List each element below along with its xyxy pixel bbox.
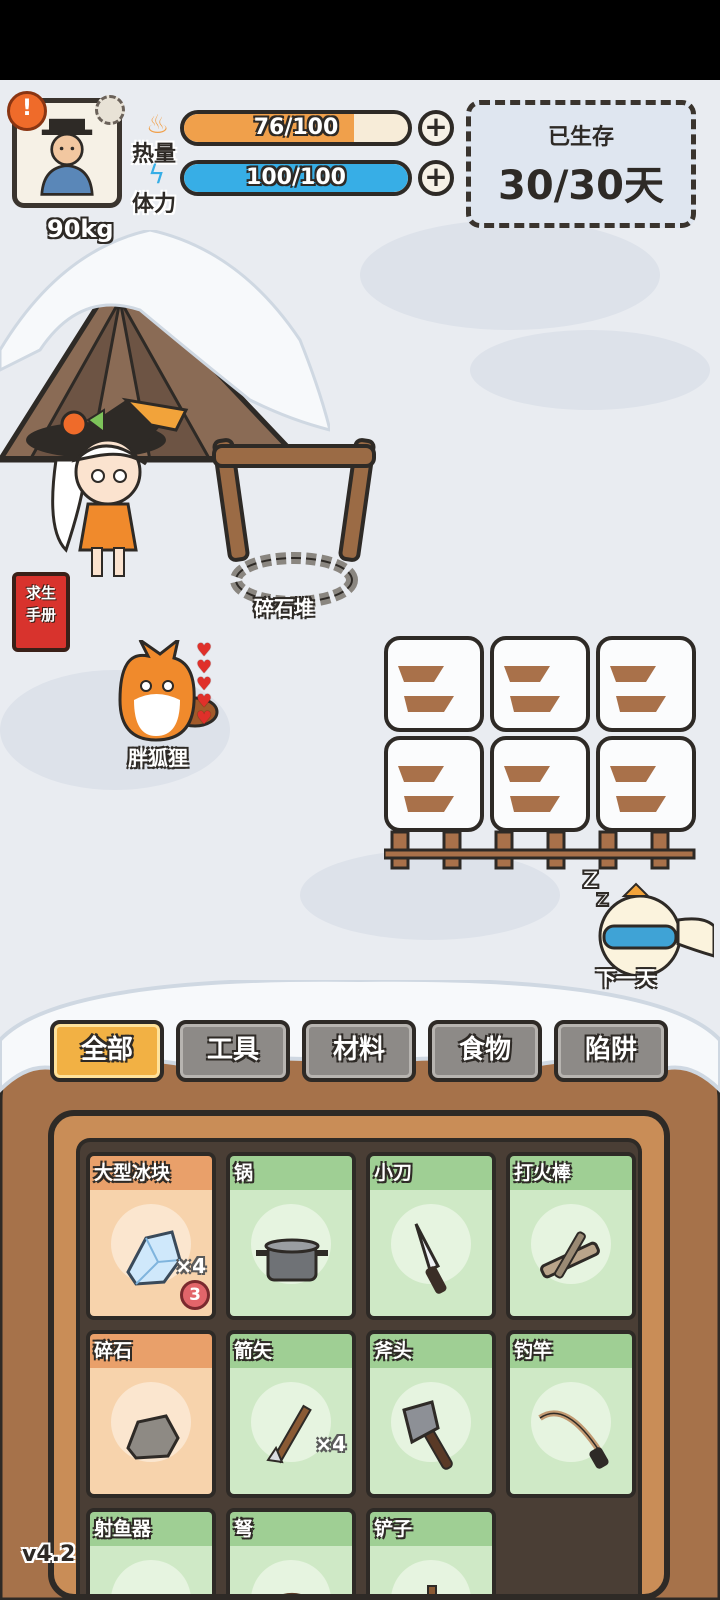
item-name: 箭矢 xyxy=(230,1334,352,1368)
item-body xyxy=(230,1546,352,1594)
inventory-item-card[interactable]: 打火棒 xyxy=(506,1152,636,1320)
item-name: 铲子 xyxy=(370,1512,492,1546)
fish-shooter-icon xyxy=(106,1566,198,1594)
inventory-item-card[interactable]: 铲子 xyxy=(366,1508,496,1594)
inventory-item-card[interactable]: 碎石 xyxy=(86,1330,216,1498)
snowy-farm-plots[interactable] xyxy=(384,636,700,876)
manual-label-line1: 求生 xyxy=(25,584,56,602)
item-body xyxy=(230,1190,352,1316)
item-timer-badge: 3 xyxy=(180,1280,210,1310)
player-weight: 90kg xyxy=(47,215,114,243)
item-name: 弩 xyxy=(230,1512,352,1546)
item-name: 锅 xyxy=(230,1156,352,1190)
survival-manual-button[interactable]: 求生 手册 xyxy=(12,572,70,652)
item-name: 大型冰块 xyxy=(90,1156,212,1190)
status-bar-area xyxy=(0,0,720,80)
snow-patch xyxy=(360,220,660,330)
item-body xyxy=(370,1368,492,1494)
svg-text:Z: Z xyxy=(596,890,609,911)
pot-icon xyxy=(256,1238,328,1282)
survived-days-value: 30/30天 xyxy=(498,163,664,209)
fire-drill-icon xyxy=(540,1231,600,1279)
rubble-pile[interactable] xyxy=(210,420,380,610)
heart-icon: ♥ xyxy=(196,708,213,729)
inventory-board: 大型冰块 ×4 3 锅小刀 打火棒 碎石 箭矢 ×4 斧头 钓竿 射鱼器弩铲子 xyxy=(48,1110,670,1600)
fishing-rod-icon xyxy=(538,1410,609,1469)
fox-label: 胖狐狸 xyxy=(128,746,188,770)
item-body: ×4 3 xyxy=(90,1190,212,1316)
item-name: 打火棒 xyxy=(510,1156,632,1190)
item-name: 小刀 xyxy=(370,1156,492,1190)
item-name: 钓竿 xyxy=(510,1334,632,1368)
axe-icon xyxy=(402,1400,453,1470)
crossbow-icon xyxy=(283,1593,301,1594)
witch-girl-character[interactable] xyxy=(26,380,196,590)
item-name: 碎石 xyxy=(90,1334,212,1368)
inventory-item-card[interactable]: 小刀 xyxy=(366,1152,496,1320)
fox-affection-hearts: ♥ ♥ ♥ ♥ ♥ xyxy=(196,642,220,729)
add-heat-button[interactable]: + xyxy=(418,110,454,146)
item-body: ×4 xyxy=(230,1368,352,1494)
manual-label-line2: 手册 xyxy=(25,606,56,624)
heat-value: 76/100 xyxy=(253,115,339,140)
inventory-item-card[interactable]: 箭矢 ×4 xyxy=(226,1330,356,1498)
tab-materials[interactable]: 材料 xyxy=(302,1020,416,1082)
stamina-bar: 100/100 xyxy=(180,160,412,196)
shovel-icon xyxy=(427,1585,437,1594)
item-quantity: ×4 xyxy=(175,1254,206,1278)
stamina-value: 100/100 xyxy=(246,165,346,190)
game-stage: ! 90kg ♨ 热量 76/100 + ϟ 体力 100/100 + 已生存 … xyxy=(0,80,720,1600)
rubble-pile-label: 碎石堆 xyxy=(254,596,314,620)
item-body xyxy=(90,1368,212,1494)
inventory-item-card[interactable]: 射鱼器 xyxy=(86,1508,216,1594)
player-portrait-icon xyxy=(40,118,94,196)
snow-patch xyxy=(470,330,710,410)
item-name: 射鱼器 xyxy=(90,1512,212,1546)
rubble-stone-icon xyxy=(126,1414,180,1460)
item-quantity: ×4 xyxy=(315,1432,346,1456)
item-body xyxy=(90,1546,212,1594)
item-body xyxy=(510,1190,632,1316)
add-stamina-button[interactable]: + xyxy=(418,160,454,196)
inventory-item-card[interactable]: 锅 xyxy=(226,1152,356,1320)
tab-tools[interactable]: 工具 xyxy=(176,1020,290,1082)
inventory-item-card[interactable]: 钓竿 xyxy=(506,1330,636,1498)
item-body xyxy=(370,1546,492,1594)
inventory-item-card[interactable]: 斧头 xyxy=(366,1330,496,1498)
heat-bar: 76/100 xyxy=(180,110,412,146)
item-name: 斧头 xyxy=(370,1334,492,1368)
inventory-item-card[interactable]: 弩 xyxy=(226,1508,356,1594)
survival-days-panel: 已生存 30/30天 xyxy=(466,100,696,228)
item-body xyxy=(510,1368,632,1494)
tab-all[interactable]: 全部 xyxy=(50,1020,164,1082)
stamina-label: 体力 xyxy=(132,192,177,217)
tab-traps[interactable]: 陷阱 xyxy=(554,1020,668,1082)
item-body xyxy=(370,1190,492,1316)
survived-label: 已生存 xyxy=(547,125,614,150)
inventory-item-card[interactable]: 大型冰块 ×4 3 xyxy=(86,1152,216,1320)
player-avatar[interactable]: ! 90kg xyxy=(7,91,125,243)
knife-icon xyxy=(414,1223,447,1294)
inventory-grid: 大型冰块 ×4 3 锅小刀 打火棒 碎石 箭矢 ×4 斧头 钓竿 射鱼器弩铲子 xyxy=(76,1138,642,1594)
version-label: v4.2 xyxy=(22,1542,76,1567)
tab-food[interactable]: 食物 xyxy=(428,1020,542,1082)
